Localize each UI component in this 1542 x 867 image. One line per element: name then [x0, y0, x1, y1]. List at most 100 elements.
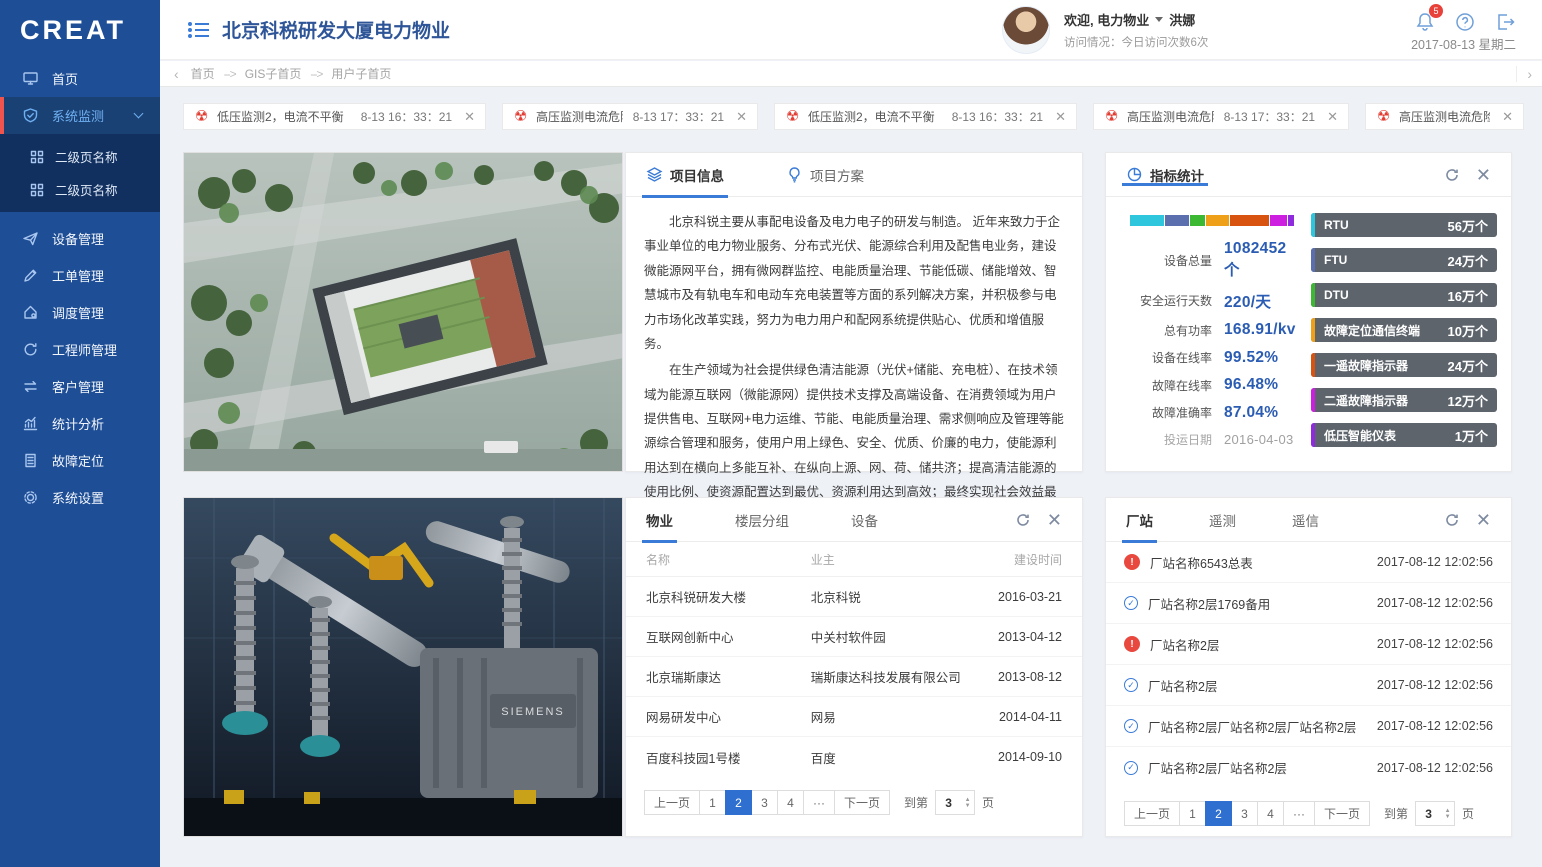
pagination: 上一页 1 2 3 4 ··· 下一页 到第 3 ▲ ▼ 页: [626, 777, 1082, 815]
sidebar-item-settings[interactable]: 系统设置: [0, 479, 160, 516]
next-page-button[interactable]: 下一页: [1314, 801, 1370, 826]
dropdown-caret-icon[interactable]: [1155, 17, 1163, 22]
device-badge: DTU 16万个: [1311, 283, 1497, 307]
table-row[interactable]: 北京科锐研发大楼 北京科锐 2016-03-21: [626, 577, 1082, 617]
device-badge: 低压智能仪表 1万个: [1311, 423, 1497, 447]
sidebar-subitem-label: 二级页名称: [55, 180, 118, 199]
page-button-2[interactable]: 2: [1205, 801, 1232, 826]
station-row[interactable]: ✓ 厂站名称2层厂站名称2层 2017-08-12 12:02:56: [1106, 747, 1511, 788]
tab-stations[interactable]: 厂站: [1126, 498, 1153, 542]
table-row[interactable]: 网易研发中心 网易 2014-04-11: [626, 697, 1082, 737]
tab-telemetry[interactable]: 遥测: [1209, 498, 1236, 542]
page-button-1[interactable]: 1: [1179, 801, 1206, 826]
tab-project-info[interactable]: 项目信息: [646, 153, 724, 197]
sidebar-item-label: 故障定位: [52, 451, 104, 470]
sidebar-item-system-monitor[interactable]: 系统监测: [0, 97, 160, 134]
next-page-button[interactable]: 下一页: [834, 790, 890, 815]
bell-icon[interactable]: 5: [1414, 11, 1436, 33]
shield-icon: [22, 107, 39, 124]
help-icon[interactable]: [1454, 11, 1476, 33]
notification-badge: 5: [1429, 4, 1443, 18]
alarm-icon: ☢: [1104, 109, 1119, 124]
breadcrumb-back-icon[interactable]: ‹: [174, 66, 179, 82]
sidebar-item-workorder-mgmt[interactable]: 工单管理: [0, 257, 160, 294]
panel-title: 指标统计: [1150, 165, 1204, 185]
breadcrumb-item[interactable]: 用户子首页: [331, 65, 391, 82]
breadcrumb-forward-icon[interactable]: ›: [1516, 66, 1532, 82]
sidebar-item-home[interactable]: 首页: [0, 60, 160, 97]
alert-text: 高压监测电流危险: [1399, 108, 1490, 125]
close-icon[interactable]: ✕: [1047, 512, 1062, 528]
sidebar-subitem-1[interactable]: 二级页名称: [0, 140, 160, 173]
page-ellipsis[interactable]: ···: [803, 790, 835, 815]
refresh-icon[interactable]: [1015, 512, 1031, 528]
sidebar: CREAT 首页 系统监测 二级页名称 二级页名称 设备管理: [0, 0, 160, 867]
page-button-3[interactable]: 3: [751, 790, 778, 815]
stats-panel-title: 指标统计: [1126, 165, 1204, 185]
tab-property[interactable]: 物业: [646, 498, 673, 542]
metric-row-commission-date: 投运日期 2016-04-03: [1120, 431, 1299, 448]
sidebar-item-label: 系统设置: [52, 488, 104, 507]
goto-suffix: 页: [982, 794, 994, 811]
page-button-1[interactable]: 1: [699, 790, 726, 815]
sidebar-item-engineer-mgmt[interactable]: 工程师管理: [0, 331, 160, 368]
page-button-3[interactable]: 3: [1231, 801, 1258, 826]
avatar[interactable]: [1002, 6, 1050, 54]
close-icon[interactable]: ✕: [1476, 512, 1491, 528]
brand-logo: CREAT: [0, 0, 160, 60]
refresh-icon[interactable]: [1444, 512, 1460, 528]
sidebar-subitem-2[interactable]: 二级页名称: [0, 173, 160, 206]
tab-label: 设备: [851, 510, 878, 530]
logout-icon[interactable]: [1494, 11, 1516, 33]
close-icon[interactable]: ✕: [1476, 167, 1491, 183]
tab-telesignal[interactable]: 遥信: [1292, 498, 1319, 542]
breadcrumb: ‹ 首页 --> GIS子首页 --> 用户子首页 ›: [160, 61, 1542, 87]
close-icon[interactable]: ✕: [464, 109, 475, 125]
page-button-4[interactable]: 4: [777, 790, 804, 815]
tab-devices[interactable]: 设备: [851, 498, 878, 542]
close-icon[interactable]: ✕: [1502, 109, 1513, 125]
tab-floor-groups[interactable]: 楼层分组: [735, 498, 789, 542]
sidebar-item-customer-mgmt[interactable]: 客户管理: [0, 368, 160, 405]
refresh-icon[interactable]: [1444, 167, 1460, 183]
page-button-4[interactable]: 4: [1257, 801, 1284, 826]
station-row[interactable]: ! 厂站名称6543总表 2017-08-12 12:02:56: [1106, 542, 1511, 583]
page-button-2[interactable]: 2: [725, 790, 752, 815]
metric-row: 故障在线率 96.48%: [1120, 376, 1299, 394]
goto-label: 到第: [904, 794, 928, 811]
spin-down-icon[interactable]: ▼: [965, 803, 971, 809]
close-icon[interactable]: ✕: [1055, 109, 1066, 125]
close-icon[interactable]: ✕: [736, 109, 747, 125]
ok-status-icon: ✓: [1124, 596, 1138, 610]
header: 北京科税研发大厦电力物业 欢迎, 电力物业 洪娜 访问情况：今日访问次数6次 5: [160, 0, 1542, 60]
close-icon[interactable]: ✕: [1327, 109, 1338, 125]
alert-text: 低压监测2，电流不平衡: [808, 108, 935, 125]
station-row[interactable]: ✓ 厂站名称2层 2017-08-12 12:02:56: [1106, 665, 1511, 706]
prev-page-button[interactable]: 上一页: [1124, 801, 1180, 826]
goto-page-input[interactable]: 3 ▲ ▼: [1415, 801, 1455, 826]
station-row[interactable]: ! 厂站名称2层 2017-08-12 12:02:56: [1106, 624, 1511, 665]
sidebar-item-statistics[interactable]: 统计分析: [0, 405, 160, 442]
prev-page-button[interactable]: 上一页: [644, 790, 700, 815]
table-row[interactable]: 互联网创新中心 中关村软件园 2013-04-12: [626, 617, 1082, 657]
goto-page-input[interactable]: 3 ▲ ▼: [935, 790, 975, 815]
table-row[interactable]: 北京瑞斯康达 瑞斯康达科技发展有限公司 2013-08-12: [626, 657, 1082, 697]
list-menu-icon[interactable]: [188, 21, 210, 39]
station-row[interactable]: ✓ 厂站名称2层厂站名称2层厂站名称2层 2017-08-12 12:02:56: [1106, 706, 1511, 747]
grid-icon: [30, 183, 44, 197]
spin-down-icon[interactable]: ▼: [1445, 814, 1451, 820]
breadcrumb-item[interactable]: 首页: [191, 65, 215, 82]
table-row[interactable]: 百度科技园1号楼 百度 2014-09-10: [626, 737, 1082, 777]
project-paragraph: 北京科锐主要从事配电设备及电力电子的研发与制造。 近年来致力于企事业单位的电力物…: [644, 210, 1064, 356]
visit-info: 访问情况：今日访问次数6次: [1064, 34, 1294, 50]
tab-project-plan[interactable]: 项目方案: [786, 153, 864, 197]
table-header: 名称 业主 建设时间: [626, 542, 1082, 577]
alert-status-icon: !: [1124, 636, 1140, 652]
lightbulb-icon: [786, 166, 803, 183]
sidebar-item-fault-location[interactable]: 故障定位: [0, 442, 160, 479]
station-row[interactable]: ✓ 厂站名称2层1769备用 2017-08-12 12:02:56: [1106, 583, 1511, 624]
breadcrumb-item[interactable]: GIS子首页: [245, 65, 302, 82]
sidebar-item-dispatch-mgmt[interactable]: 调度管理: [0, 294, 160, 331]
page-ellipsis[interactable]: ···: [1283, 801, 1315, 826]
sidebar-item-device-mgmt[interactable]: 设备管理: [0, 220, 160, 257]
